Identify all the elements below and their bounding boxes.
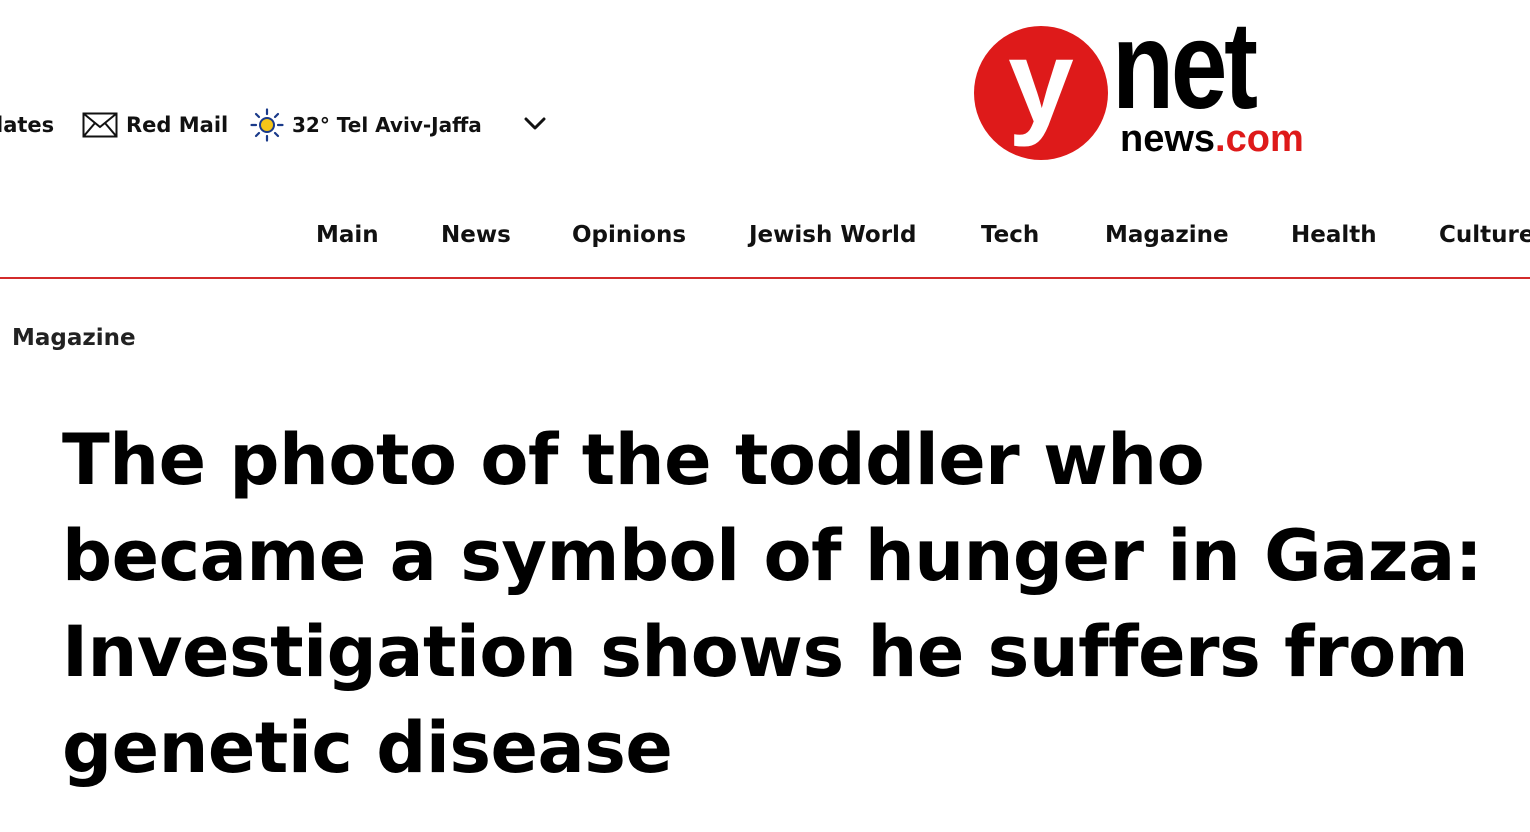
envelope-icon xyxy=(82,112,118,138)
logo-dotcom-text: .com xyxy=(1215,118,1304,160)
nav-item-culture[interactable]: Culture xyxy=(1439,222,1530,248)
nav-item-main[interactable]: Main xyxy=(316,222,379,248)
nav-item-opinions[interactable]: Opinions xyxy=(572,222,686,248)
page: lates Red Mail 32° Tel Aviv-Jaffa y net … xyxy=(0,0,1530,832)
logo-net: net xyxy=(1112,0,1258,135)
section-label[interactable]: Magazine xyxy=(12,325,136,351)
logo-y: y xyxy=(1008,16,1074,148)
chevron-down-icon[interactable] xyxy=(520,110,550,138)
nav-divider xyxy=(0,277,1530,279)
weather-widget[interactable]: 32° Tel Aviv-Jaffa xyxy=(250,108,482,142)
logo-news-text: news xyxy=(1120,118,1216,160)
weather-label: 32° Tel Aviv-Jaffa xyxy=(292,113,482,137)
updates-label: lates xyxy=(0,113,55,137)
ynetnews-logo[interactable]: y net news.com xyxy=(972,4,1304,160)
red-mail-link[interactable]: Red Mail xyxy=(82,108,228,142)
logo-news-dotcom: news.com xyxy=(1120,120,1304,158)
red-mail-label: Red Mail xyxy=(126,113,229,137)
nav-item-magazine[interactable]: Magazine xyxy=(1105,222,1229,248)
main-nav: Main News Opinions Jewish World Tech Mag… xyxy=(0,220,1530,260)
nav-item-tech[interactable]: Tech xyxy=(981,222,1039,248)
nav-item-health[interactable]: Health xyxy=(1291,222,1377,248)
updates-link[interactable]: lates xyxy=(0,108,54,142)
article-headline: The photo of the toddler who became a sy… xyxy=(62,419,1483,789)
sun-icon xyxy=(250,108,284,142)
nav-item-jewish-world[interactable]: Jewish World xyxy=(749,222,916,248)
nav-item-news[interactable]: News xyxy=(441,222,511,248)
